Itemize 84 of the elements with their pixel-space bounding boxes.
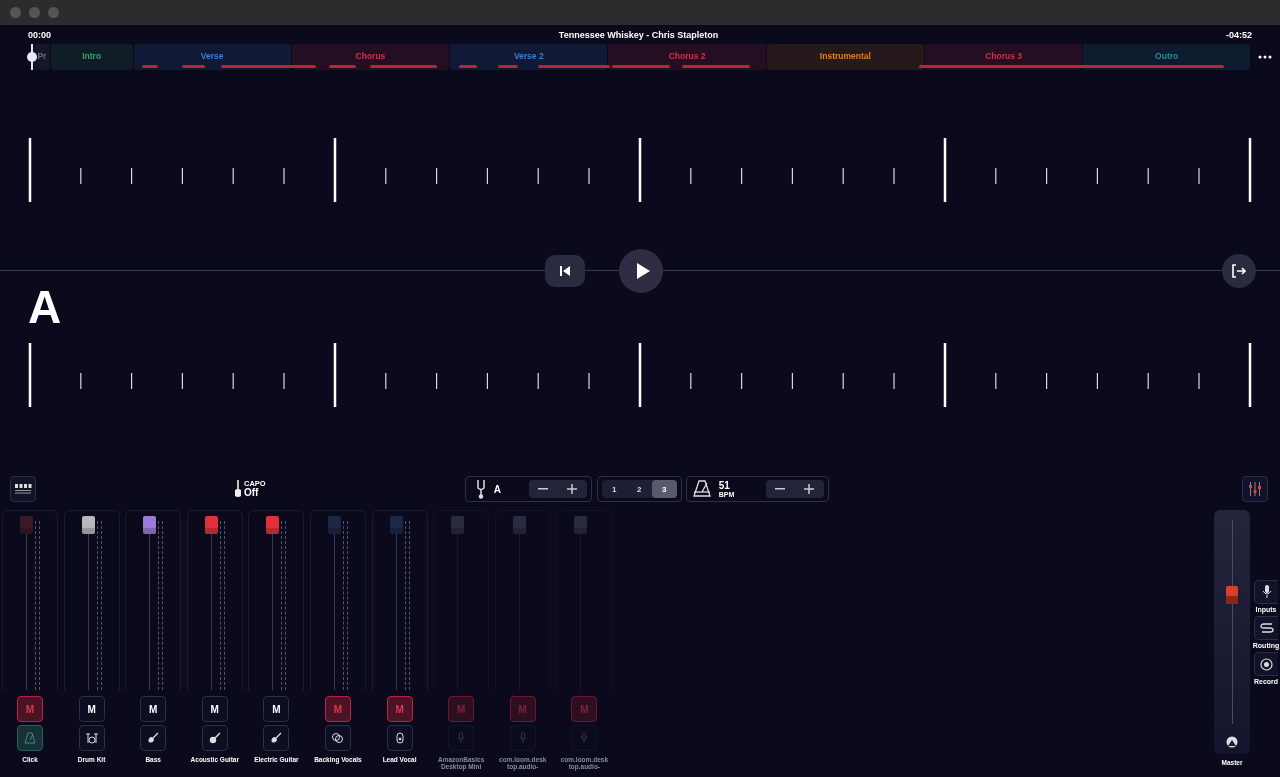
mute-button[interactable]: M xyxy=(386,696,413,722)
count-option[interactable]: 3 xyxy=(651,480,677,498)
guitar-icon xyxy=(234,480,242,498)
exit-button[interactable] xyxy=(1222,254,1256,288)
instrument-button[interactable] xyxy=(324,725,351,751)
channel-fader[interactable] xyxy=(248,510,305,690)
instrument-button[interactable] xyxy=(201,725,228,751)
instrument-button[interactable] xyxy=(263,725,290,751)
play-icon xyxy=(634,262,651,280)
previous-button[interactable] xyxy=(545,255,585,287)
count-option[interactable]: 1 xyxy=(601,480,627,498)
section-label: Chorus 3 xyxy=(985,51,1023,61)
record-icon xyxy=(1260,657,1273,671)
tuning-note: A xyxy=(493,483,501,495)
section-block[interactable]: Chorus xyxy=(291,44,450,70)
section-label: Verse 2 xyxy=(513,51,544,61)
guitar-icon xyxy=(270,732,283,744)
instrument-button[interactable] xyxy=(78,725,105,751)
plus-icon xyxy=(804,484,815,494)
section-block[interactable]: Verse xyxy=(133,44,291,70)
acoustic-guitar-icon xyxy=(208,732,221,744)
capo-value: Off xyxy=(244,487,260,498)
fader-cap[interactable] xyxy=(81,516,95,534)
microphone-icon xyxy=(457,732,466,744)
master-fader[interactable] xyxy=(1214,510,1250,754)
instrument-button[interactable] xyxy=(386,725,413,751)
section-block[interactable]: Chorus 2 xyxy=(608,44,766,70)
plus-icon xyxy=(567,484,578,494)
mute-button[interactable]: M xyxy=(324,696,351,722)
mute-button[interactable]: M xyxy=(78,696,105,722)
section-label: Chorus xyxy=(355,51,386,61)
microphone-icon xyxy=(518,732,527,744)
section-label: Verse xyxy=(200,51,224,61)
metronome-icon xyxy=(24,732,36,744)
guitar-icon xyxy=(147,732,160,744)
side-button[interactable] xyxy=(1254,616,1278,640)
mute-button[interactable]: M xyxy=(263,696,290,722)
metronome-icon xyxy=(692,480,711,498)
routing-icon xyxy=(1259,622,1274,634)
section-block[interactable]: Pr xyxy=(34,44,50,70)
microphone-icon xyxy=(1261,585,1272,599)
mixer-button[interactable] xyxy=(1242,476,1268,502)
section-label: Instrumental xyxy=(819,51,871,61)
play-button[interactable] xyxy=(619,249,663,293)
playhead-handle[interactable] xyxy=(26,44,38,70)
fader-cap[interactable] xyxy=(143,516,157,534)
chord-grid-button[interactable] xyxy=(10,476,36,502)
elapsed-time: 00:00 xyxy=(28,29,52,40)
section-label: Chorus 2 xyxy=(668,51,706,61)
section-block[interactable]: Verse 2 xyxy=(450,44,608,70)
channel-fader[interactable] xyxy=(125,510,182,690)
remaining-time: -04:52 xyxy=(1226,29,1252,40)
section-label: Intro xyxy=(82,51,102,61)
mute-button[interactable]: M xyxy=(140,696,167,722)
fader-cap[interactable] xyxy=(204,516,218,534)
skip-back-icon xyxy=(558,264,572,278)
chord-name: A xyxy=(28,285,62,329)
song-title: Tennessee Whiskey - Chris Stapleton xyxy=(558,29,719,40)
side-button[interactable] xyxy=(1254,580,1278,604)
tuning-fork-icon xyxy=(475,479,486,499)
section-block[interactable]: Outro xyxy=(1083,44,1251,70)
instrument-button[interactable] xyxy=(140,725,167,751)
vocals-icon xyxy=(331,732,345,744)
exit-icon xyxy=(1231,264,1247,278)
section-block[interactable]: Instrumental xyxy=(766,44,924,70)
minus-icon xyxy=(775,488,786,490)
mute-button[interactable]: M xyxy=(17,696,43,722)
channel-fader[interactable] xyxy=(186,510,243,690)
mute-button[interactable]: M xyxy=(201,696,228,722)
section-block[interactable]: Intro xyxy=(50,44,133,70)
microphone-icon xyxy=(580,732,589,744)
section-label: Outro xyxy=(1155,51,1179,61)
channel-fader[interactable] xyxy=(63,510,120,690)
tempo-value: 51 xyxy=(718,480,731,491)
more-icon[interactable] xyxy=(1258,55,1272,59)
drum-kit-icon xyxy=(84,732,99,744)
microphone-icon xyxy=(395,732,404,744)
side-button[interactable] xyxy=(1254,652,1278,676)
minus-icon xyxy=(538,488,549,490)
section-label: Pr xyxy=(37,51,47,61)
mixer-sliders-icon xyxy=(1247,481,1263,497)
chord-grid-icon xyxy=(14,483,32,495)
fader-cap[interactable] xyxy=(266,516,280,534)
count-option[interactable]: 2 xyxy=(626,480,652,498)
